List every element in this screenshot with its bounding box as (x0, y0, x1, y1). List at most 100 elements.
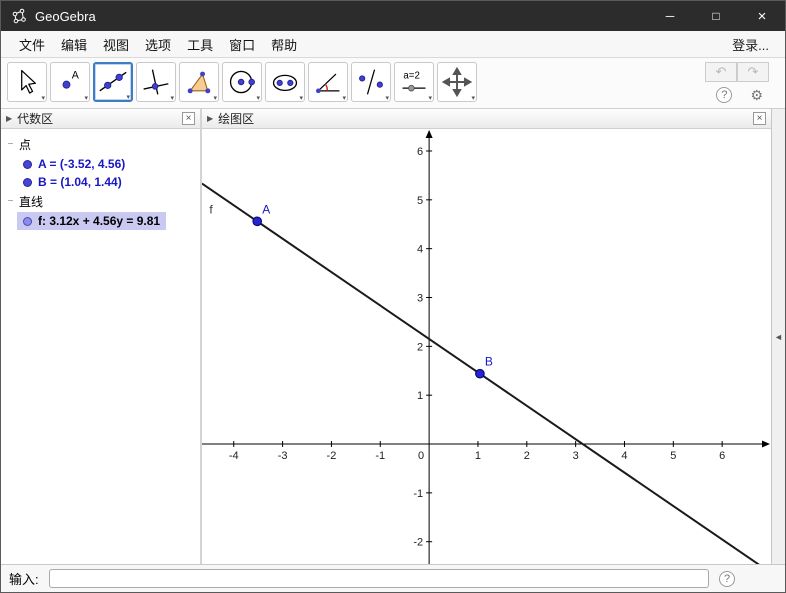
point-B[interactable] (476, 369, 485, 378)
menu-list: 文件编辑视图选项工具窗口帮助 (11, 35, 305, 54)
graphics-view: -4-3-2-10123456-2-1123456fAB (202, 129, 771, 564)
algebra-close-icon[interactable]: × (182, 112, 195, 125)
tool-dropdown-icon[interactable]: ▾ (213, 95, 217, 102)
tick-label: 2 (524, 450, 530, 462)
algebra-group-2[interactable]: −直线 (3, 191, 198, 212)
menu-item-3[interactable]: 视图 (95, 35, 137, 54)
tree-collapse-icon[interactable]: − (6, 139, 15, 150)
input-label: 输入: (9, 569, 39, 588)
algebra-item[interactable]: A = (-3.52, 4.56) (17, 155, 131, 173)
tool-move-view-button[interactable]: ▾ (437, 62, 477, 102)
tool-dropdown-icon[interactable]: ▾ (170, 95, 174, 102)
algebra-group-label: 点 (19, 136, 31, 153)
tick-label: 4 (621, 450, 627, 462)
tool-dropdown-icon[interactable]: ▾ (428, 95, 432, 102)
point-icon: A (55, 67, 85, 97)
tool-perpendicular-button[interactable]: ▾ (136, 62, 176, 102)
menu-item-4[interactable]: 选项 (137, 35, 179, 54)
collapse-panel-icon[interactable]: ◄ (774, 332, 783, 342)
gear-icon[interactable]: ⚙ (750, 87, 763, 103)
input-bar: 输入: ? (1, 564, 785, 592)
algebra-panel-title: 代数区 (17, 110, 53, 127)
tool-dropdown-icon[interactable]: ▾ (342, 95, 346, 102)
tool-list: ▾A▾▾▾▾▾▾▾▾a=2▾▾ (7, 62, 477, 102)
angle-icon (313, 67, 343, 97)
graphics-panel-title: 绘图区 (218, 110, 254, 127)
perpendicular-icon (141, 67, 171, 97)
graphics-canvas[interactable]: -4-3-2-10123456-2-1123456fAB (202, 129, 771, 564)
tree-collapse-icon[interactable]: − (6, 196, 15, 207)
algebra-item[interactable]: B = (1.04, 1.44) (17, 173, 128, 191)
object-bullet-icon[interactable] (23, 217, 32, 226)
x-axis-arrow (762, 441, 770, 448)
minimize-button[interactable]: ─ (647, 1, 693, 31)
maximize-button[interactable]: □ (693, 1, 739, 31)
tick-label: 1 (417, 390, 423, 402)
tick-label: 2 (417, 341, 423, 353)
tool-move-button[interactable]: ▾ (7, 62, 47, 102)
redo-button[interactable]: ↷ (737, 62, 769, 82)
menu-item-5[interactable]: 工具 (179, 35, 221, 54)
tool-dropdown-icon[interactable]: ▾ (126, 94, 130, 101)
object-bullet-icon[interactable] (23, 160, 32, 169)
tick-label: -1 (413, 488, 423, 500)
menu-item-6[interactable]: 窗口 (221, 35, 263, 54)
tick-label: 4 (417, 244, 423, 256)
tool-dropdown-icon[interactable]: ▾ (385, 95, 389, 102)
menu-item-1[interactable]: 文件 (11, 35, 53, 54)
command-input[interactable] (49, 569, 709, 588)
move-icon (12, 67, 42, 97)
tick-label: 6 (417, 146, 423, 158)
login-link[interactable]: 登录... (732, 35, 775, 54)
algebra-item[interactable]: f: 3.12x + 4.56y = 9.81 (17, 212, 166, 230)
y-axis-arrow (426, 130, 433, 138)
line-icon (98, 67, 128, 97)
move-view-icon (442, 67, 472, 97)
window-title: GeoGebra (35, 9, 96, 24)
algebra-panel: ▶ 代数区 × −点A = (-3.52, 4.56)B = (1.04, 1.… (1, 109, 202, 564)
tool-line-button[interactable]: ▾ (93, 62, 133, 102)
menu-item-7[interactable]: 帮助 (263, 35, 305, 54)
tick-label: 1 (475, 450, 481, 462)
help-icon[interactable]: ? (716, 87, 732, 103)
expander-icon[interactable]: ▶ (6, 114, 12, 123)
close-button[interactable]: × (739, 1, 785, 31)
tool-point-button[interactable]: A▾ (50, 62, 90, 102)
polygon-icon (184, 67, 214, 97)
tool-angle-button[interactable]: ▾ (308, 62, 348, 102)
tick-label: 3 (417, 293, 423, 305)
tool-dropdown-icon[interactable]: ▾ (256, 95, 260, 102)
algebra-group-1[interactable]: −点 (3, 134, 198, 155)
algebra-tree: −点A = (-3.52, 4.56)B = (1.04, 1.44)−直线f:… (1, 129, 200, 564)
algebra-group-label: 直线 (19, 193, 43, 210)
undo-button[interactable]: ↶ (705, 62, 737, 82)
algebra-item-text: A = (-3.52, 4.56) (38, 157, 125, 171)
object-bullet-icon[interactable] (23, 178, 32, 187)
svg-text:a=2: a=2 (403, 70, 419, 81)
toolbar-right: ↶ ↷ ? ⚙ (705, 62, 785, 103)
point-label-B: B (485, 355, 493, 369)
graphics-panel: ▶ 绘图区 × -4-3-2-10123456-2-1123456fAB (202, 109, 771, 564)
graphics-panel-header: ▶ 绘图区 × (202, 109, 771, 129)
tick-label: 6 (719, 450, 725, 462)
menu-item-2[interactable]: 编辑 (53, 35, 95, 54)
tool-polygon-button[interactable]: ▾ (179, 62, 219, 102)
tool-dropdown-icon[interactable]: ▾ (84, 95, 88, 102)
graphics-close-icon[interactable]: × (753, 112, 766, 125)
tool-conic-button[interactable]: ▾ (265, 62, 305, 102)
app-logo-icon (11, 8, 27, 24)
tool-reflect-button[interactable]: ▾ (351, 62, 391, 102)
side-panel-strip: ◄ (771, 109, 785, 564)
expander-icon[interactable]: ▶ (207, 114, 213, 123)
tool-slider-button[interactable]: a=2 ▾ (394, 62, 434, 102)
algebra-panel-header: ▶ 代数区 × (1, 109, 200, 129)
point-A[interactable] (253, 217, 262, 226)
input-help-icon[interactable]: ? (719, 571, 735, 587)
tool-circle-button[interactable]: ▾ (222, 62, 262, 102)
tool-dropdown-icon[interactable]: ▾ (41, 95, 45, 102)
tick-label: -1 (375, 450, 385, 462)
tick-label: 3 (573, 450, 579, 462)
circle-icon (227, 67, 257, 97)
tool-dropdown-icon[interactable]: ▾ (299, 95, 303, 102)
tool-dropdown-icon[interactable]: ▾ (471, 95, 475, 102)
